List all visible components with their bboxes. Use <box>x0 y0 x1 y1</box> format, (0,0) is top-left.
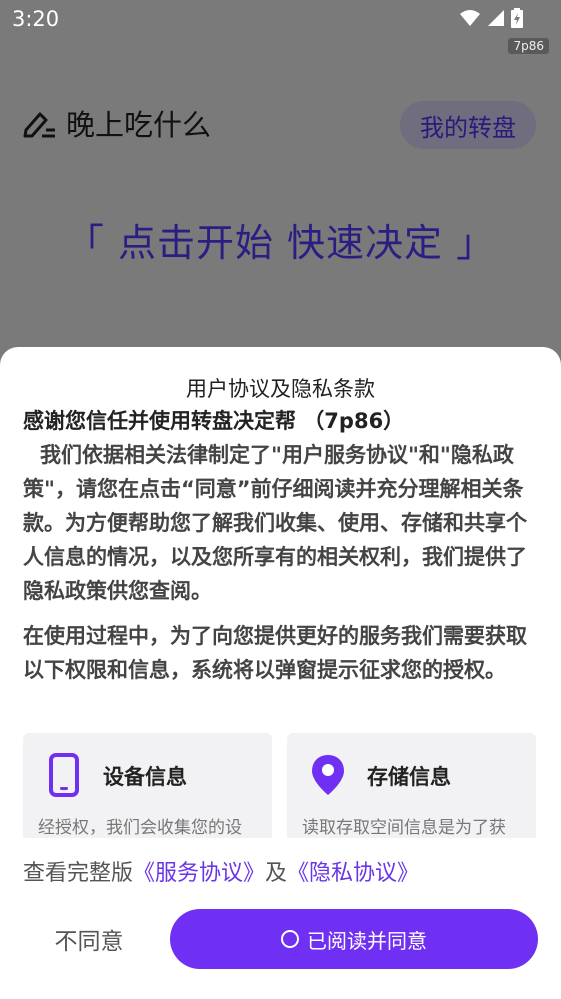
permission-description: 经授权，我们会收集您的设 <box>38 818 242 838</box>
status-icons <box>459 8 523 28</box>
build-badge: 7p86 <box>508 38 549 54</box>
permission-title: 存储信息 <box>367 765 451 789</box>
status-bar: 3:20 7p86 <box>0 0 561 54</box>
privacy-agreement-link[interactable]: 《隐私协议》 <box>287 861 419 886</box>
permission-description: 读取存取空间信息是为了获 <box>302 818 506 838</box>
links-prefix: 查看完整版 <box>23 861 134 886</box>
signal-icon <box>488 10 504 26</box>
agree-button[interactable]: 已阅读并同意 <box>170 909 538 969</box>
status-time: 3:20 <box>12 7 60 31</box>
agreement-paragraph-2: 在使用过程中，为了向您提供更好的服务我们需要获取以下权限和信息，系统将以弹窗提示… <box>23 624 527 682</box>
scroll-fade <box>0 838 561 846</box>
agreement-paragraph-1: 我们依据相关法律制定了"用户服务协议"和"隐私政策"，请您在点击“同意”前仔细阅… <box>23 443 527 603</box>
start-tagline[interactable]: 「 点击开始 快速决定 」 <box>0 212 561 267</box>
permission-title: 设备信息 <box>103 765 187 789</box>
agree-button-label: 已阅读并同意 <box>307 928 427 953</box>
agreement-links: 查看完整版《服务协议》及《隐私协议》 <box>23 855 419 887</box>
permission-card-device: 设备信息 经授权，我们会收集您的设 <box>23 733 272 843</box>
battery-icon <box>511 8 523 28</box>
dialog-subtitle: 感谢您信任并使用转盘决定帮 （7p86） <box>23 409 405 433</box>
edit-icon <box>23 112 55 138</box>
my-wheel-button[interactable]: 我的转盘 <box>400 101 536 149</box>
phone-icon <box>49 753 79 797</box>
radio-circle-icon <box>281 930 299 948</box>
dialog-title: 用户协议及隐私条款 <box>186 377 375 401</box>
disagree-button[interactable]: 不同意 <box>30 922 148 962</box>
wifi-icon <box>460 10 480 26</box>
location-pin-icon <box>312 755 344 795</box>
permission-card-storage: 存储信息 读取存取空间信息是为了获 <box>287 733 536 843</box>
app-title: 晚上吃什么 <box>22 102 211 144</box>
app-title-text: 晚上吃什么 <box>66 108 212 142</box>
agreement-dialog: 用户协议及隐私条款 感谢您信任并使用转盘决定帮 （7p86） 我们依据相关法律制… <box>0 347 561 999</box>
service-agreement-link[interactable]: 《服务协议》 <box>133 861 265 886</box>
links-conjunction: 及 <box>265 861 288 886</box>
